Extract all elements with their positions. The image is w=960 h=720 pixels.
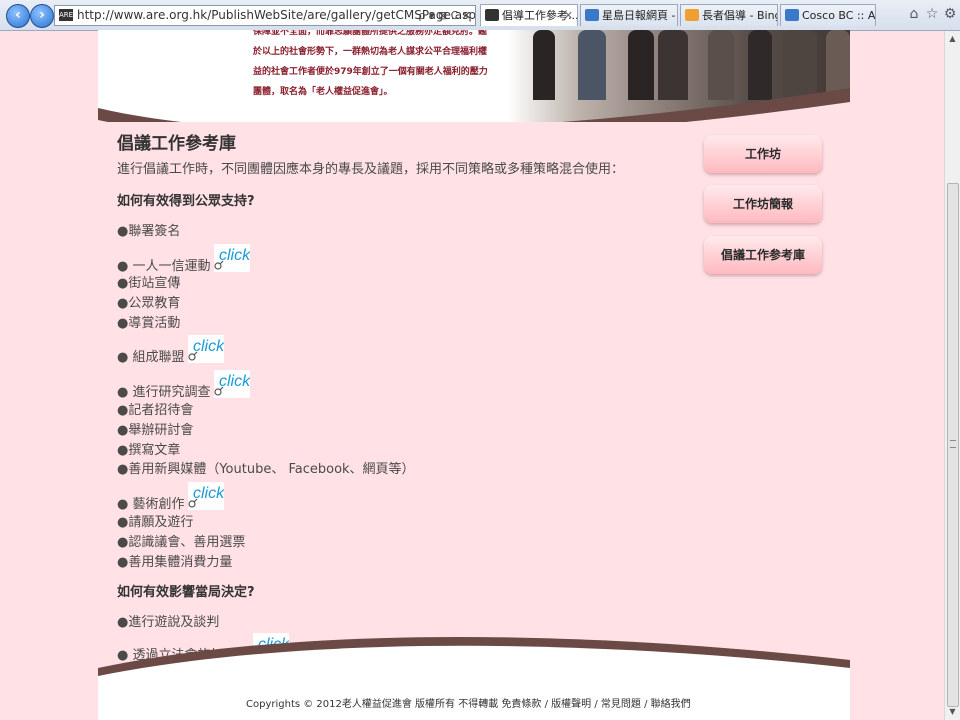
footer-sep: /: [541, 699, 552, 710]
banner-line: 益的社會工作者便於979年創立了一個有關老人福利的壓力: [253, 67, 488, 77]
scrollbar-thumb[interactable]: [947, 183, 959, 707]
browser-toolbar: ‹ › ARE http://www.are.org.hk/PublishWebS…: [0, 0, 960, 31]
section-heading-public-support: 如何有效得到公眾支持?: [117, 194, 255, 209]
copyright-text: Copyrights © 2012老人權益促進會 版權所有 不得轉載: [246, 699, 499, 710]
strategy-item: ● 藝術創作 click: [117, 482, 225, 512]
browser-tab[interactable]: 倡導工作參考... ✕: [480, 4, 578, 26]
vertical-scrollbar[interactable]: ▲ ▼: [944, 31, 960, 720]
strategy-item-text: ● 藝術創作: [117, 497, 185, 512]
strategy-item-text: ● 組成聯盟: [117, 350, 185, 365]
site-favicon: ARE: [59, 9, 74, 21]
strategy-item-text: ●記者招待會: [117, 403, 194, 418]
banner-swoosh: [98, 88, 850, 122]
favorites-star-icon[interactable]: ☆: [924, 6, 940, 22]
svg-text:click: click: [219, 247, 250, 264]
strategy-item: ●公眾教育: [117, 292, 180, 311]
workshop-slides-button[interactable]: 工作坊簡報: [704, 185, 822, 223]
click-icon[interactable]: click: [188, 335, 225, 363]
strategy-item-text: ●善用集體消費力量: [117, 555, 233, 570]
click-icon[interactable]: click: [214, 244, 251, 272]
footer-copyright: Copyrights © 2012老人權益促進會 版權所有 不得轉載 免責條款 …: [246, 695, 691, 710]
footer-link-copyright[interactable]: 版權聲明: [551, 699, 591, 710]
click-icon[interactable]: click: [188, 482, 225, 510]
tab-label: 星島日報網頁 - ...: [602, 9, 677, 22]
workshop-button[interactable]: 工作坊: [704, 135, 822, 173]
strategy-item: ●善用新興媒體（Youtube、 Facebook、網頁等）: [117, 458, 415, 477]
footer-link-faq[interactable]: 常見問題: [601, 699, 641, 710]
footer-link-contact[interactable]: 聯絡我們: [651, 699, 691, 710]
section-heading-influence-decision: 如何有效影響當局決定?: [117, 585, 255, 600]
browser-tab[interactable]: 星島日報網頁 - ...: [580, 4, 678, 26]
strategy-item-text: ●聯署簽名: [117, 224, 181, 239]
strategy-item-text: ●善用新興媒體（Youtube、 Facebook、網頁等）: [117, 462, 415, 477]
svg-text:click: click: [193, 338, 224, 355]
tab-favicon-icon: [785, 9, 799, 21]
tab-close-icon[interactable]: ✕: [564, 5, 573, 26]
header-banner: 保障並不全面，而靠志願團體所提供之服務亦定額見肘。鑑 於以上的社會形勢下，一群熱…: [98, 30, 850, 122]
strategy-item: ● 組成聯盟 click: [117, 335, 225, 365]
svg-text:click: click: [219, 373, 250, 390]
strategy-item-text: ●認識議會、善用選票: [117, 535, 246, 550]
strategy-item: ●認識議會、善用選票: [117, 531, 245, 550]
scrollbar-grip-icon: [950, 440, 956, 448]
strategy-item: ●舉辦研討會: [117, 419, 193, 438]
browser-tab[interactable]: Cosco BC :: Arc...: [780, 4, 876, 26]
banner-line: 保障並不全面，而靠志願團體所提供之服務亦定額見肘。鑑: [253, 30, 488, 37]
footer: Copyrights © 2012老人權益促進會 版權所有 不得轉載 免責條款 …: [98, 628, 850, 720]
strategy-item: ● 進行研究調查 click: [117, 370, 251, 400]
address-text: http://www.are.org.hk/PublishWebSite/are…: [77, 8, 476, 22]
back-button[interactable]: ‹: [6, 4, 30, 28]
banner-line: 於以上的社會形勢下，一群熱切為老人謀求公平合理福利權: [253, 47, 488, 57]
strategy-item: ●請願及遊行: [117, 511, 193, 530]
strategy-item: ●善用集體消費力量: [117, 551, 232, 570]
strategy-item-text: ●公眾教育: [117, 296, 181, 311]
click-icon[interactable]: click: [214, 370, 251, 398]
strategy-item-text: ●請願及遊行: [117, 515, 194, 530]
intro-text: 進行倡議工作時，不同團體因應本身的專長及議題，採用不同策略或多種策略混合使用：: [117, 162, 625, 177]
tab-label: 長者倡導 - Bing: [702, 9, 778, 22]
footer-sep: /: [591, 699, 601, 710]
tab-favicon-icon: [585, 9, 599, 21]
svg-text:click: click: [193, 485, 224, 502]
tools-gear-icon[interactable]: ⚙: [942, 6, 958, 22]
footer-sep: /: [640, 699, 651, 710]
address-bar[interactable]: ARE http://www.are.org.hk/PublishWebSite/…: [54, 5, 476, 26]
footer-link-disclaimer[interactable]: 免責條款: [501, 699, 541, 710]
strategy-item-text: ● 進行研究調查: [117, 385, 211, 400]
home-icon[interactable]: ⌂: [906, 6, 922, 22]
strategy-item: ● 一人一信運動 click: [117, 244, 251, 274]
scroll-down-arrow-icon[interactable]: ▼: [945, 704, 960, 720]
strategy-item-text: ●舉辦研討會: [117, 423, 194, 438]
tab-favicon-icon: [685, 9, 699, 21]
tab-favicon-icon: [485, 9, 499, 21]
tab-label: Cosco BC :: Arc...: [802, 9, 876, 22]
browser-tab[interactable]: 長者倡導 - Bing: [680, 4, 778, 26]
address-controls[interactable]: ρ ▾ ⊠ C ✕: [418, 6, 471, 25]
strategy-item: ●聯署簽名: [117, 220, 180, 239]
strategy-item: ●撰寫文章: [117, 439, 180, 458]
page-title: 倡議工作參考庫: [117, 134, 236, 154]
advocacy-reference-button[interactable]: 倡議工作参考庫: [704, 236, 822, 274]
strategy-item-text: ●導賞活動: [117, 316, 181, 331]
strategy-item: ●街站宣傳: [117, 272, 180, 291]
strategy-item-text: ●撰寫文章: [117, 443, 181, 458]
strategy-item: ●導賞活動: [117, 312, 180, 331]
scroll-up-arrow-icon[interactable]: ▲: [945, 31, 960, 47]
forward-button[interactable]: ›: [30, 4, 54, 28]
strategy-item: ●記者招待會: [117, 399, 193, 418]
strategy-item-text: ●街站宣傳: [117, 276, 181, 291]
